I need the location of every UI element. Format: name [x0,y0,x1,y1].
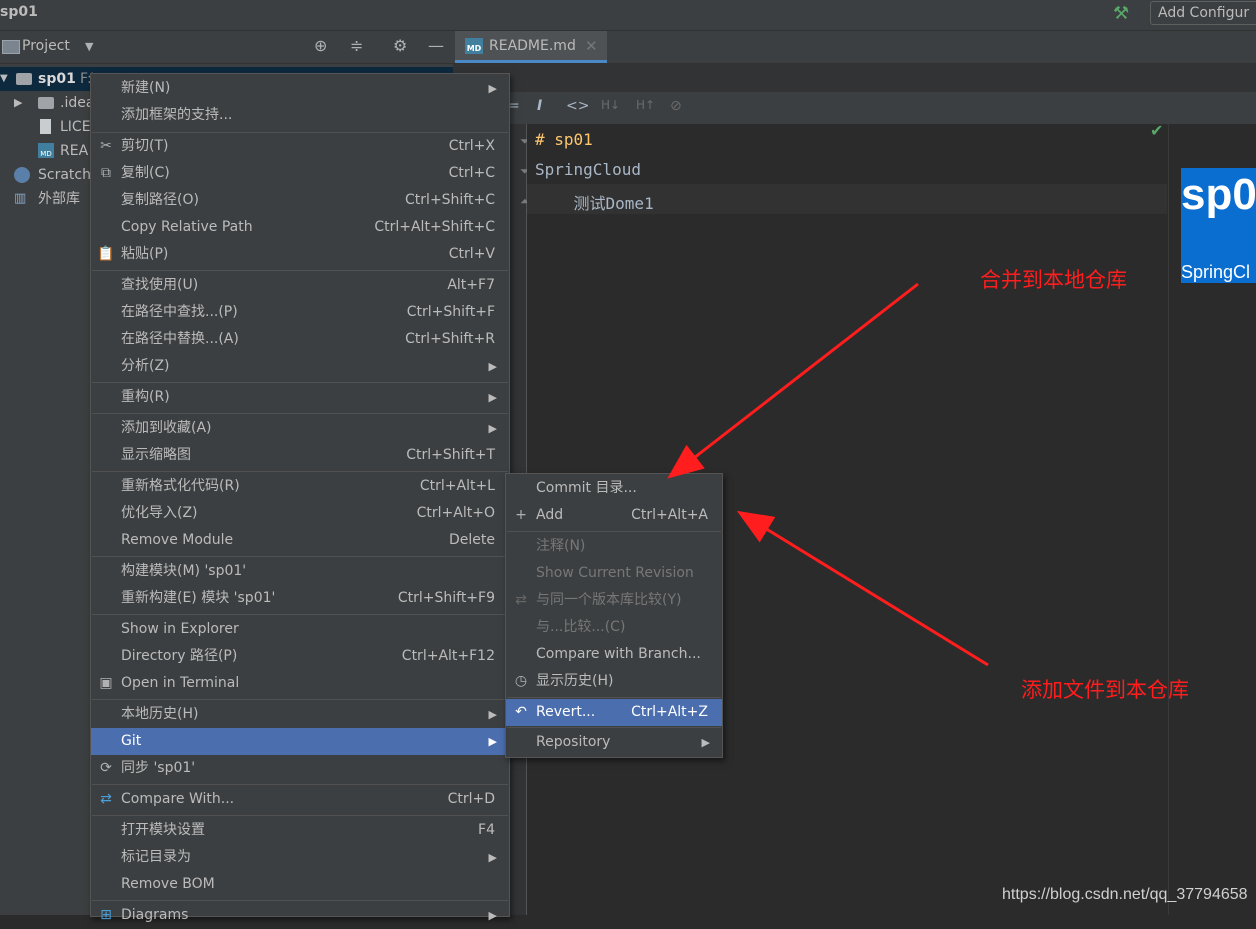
watermark: https://blog.csdn.net/qq_37794658 [1002,886,1248,903]
annotation-commit-note: 合并到本地仓库 [980,268,1127,292]
annotation-arrow-add [736,510,989,667]
annotation-arrows [667,282,989,667]
annotation-add-note: 添加文件到本仓库 [1021,678,1189,702]
annotation-arrow-commit [667,282,919,479]
